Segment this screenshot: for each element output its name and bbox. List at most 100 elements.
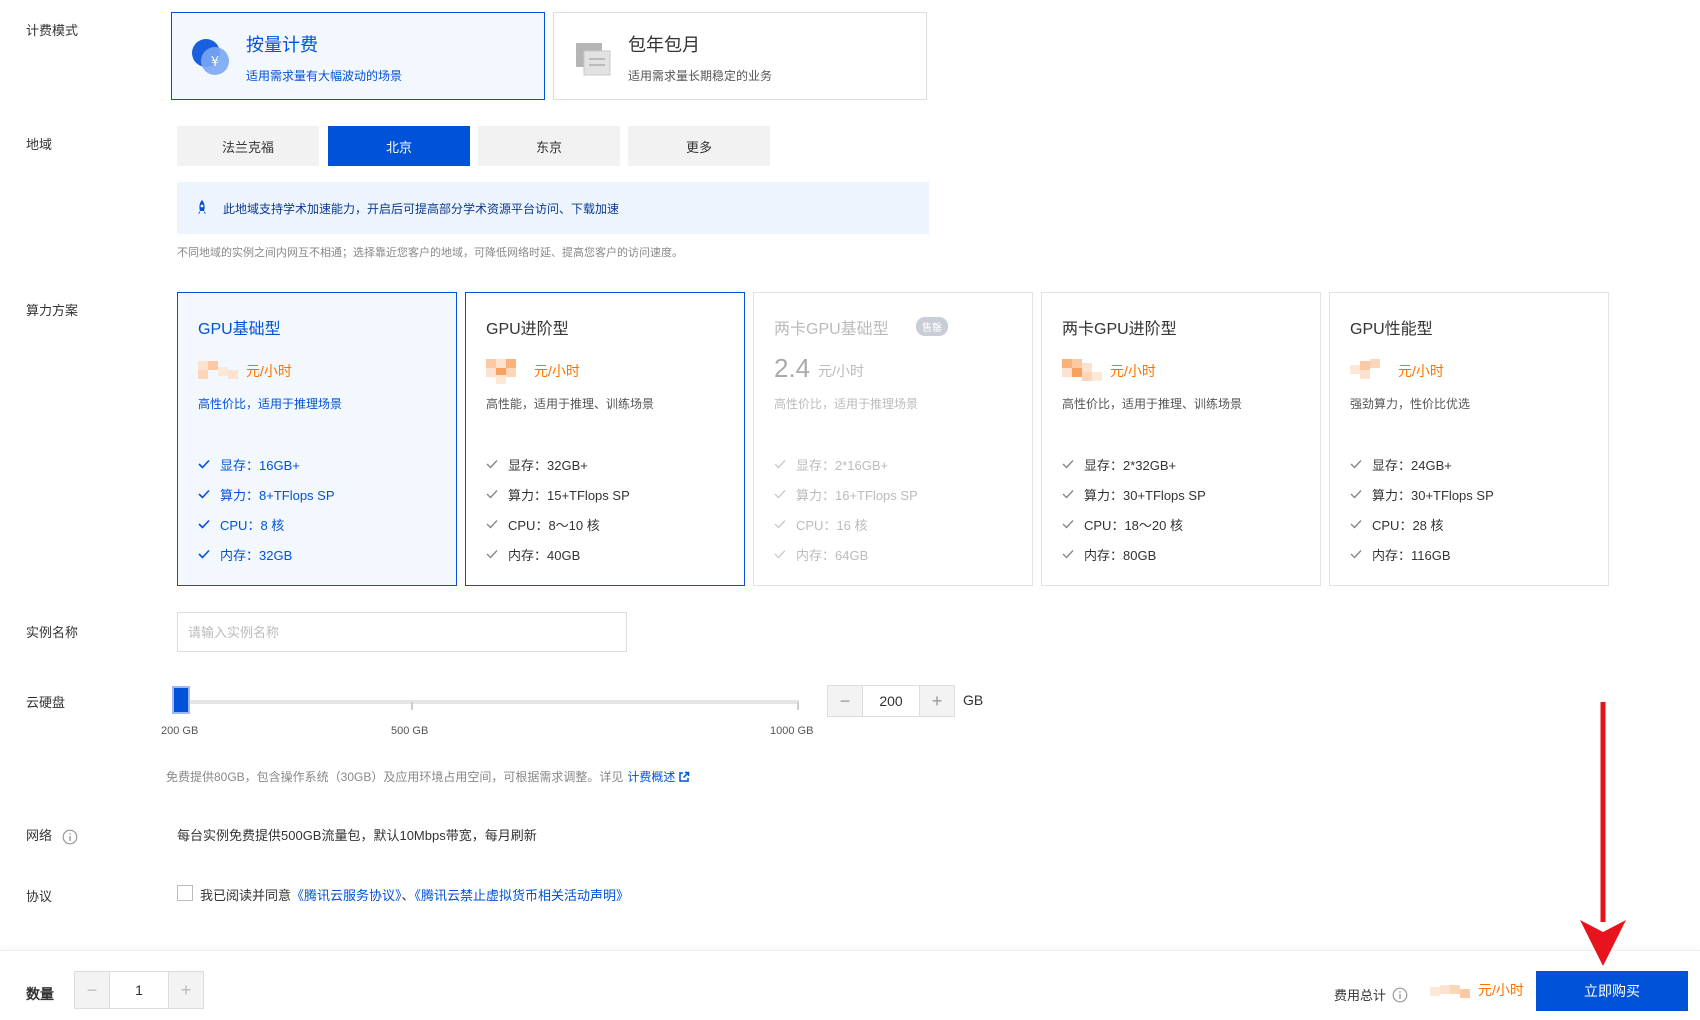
disk-slider-track[interactable] xyxy=(177,700,799,704)
disk-unit: GB xyxy=(963,692,984,708)
region-note: 不同地域的实例之间内网互不相通；选择靠近您客户的地域，可降低网络时延、提高您客户… xyxy=(177,247,683,259)
disk-stepper: − 200 + xyxy=(827,685,955,717)
plan-specs: 显存：2*32GB+ 算力：30+TFlops SP CPU：18～20 核 内… xyxy=(1062,449,1206,569)
agreement-checkbox[interactable] xyxy=(177,885,193,901)
region-acceleration-tip: 此地域支持学术加速能力，开启后可提高部分学术资源平台访问、下载加速 xyxy=(177,182,929,234)
region-beijing[interactable]: 北京 xyxy=(328,126,470,166)
check-icon xyxy=(1350,520,1362,529)
disk-slider-handle[interactable] xyxy=(172,686,190,714)
info-icon[interactable] xyxy=(1392,987,1408,1003)
check-icon xyxy=(486,460,498,469)
crypto-prohibition-link[interactable]: 《腾讯云禁止虚拟货币相关活动声明》 xyxy=(415,888,630,903)
plan-desc: 高性价比，适用于推理场景 xyxy=(774,397,919,411)
disk-size-input[interactable]: 200 xyxy=(862,686,920,716)
disk-minus-button[interactable]: − xyxy=(828,686,862,716)
sold-out-badge: 售罄 xyxy=(916,317,948,336)
spec-text: CPU：28 核 xyxy=(1372,517,1444,533)
plan-desc: 高性能，适用于推理、训练场景 xyxy=(486,397,655,411)
info-icon[interactable] xyxy=(62,829,78,845)
calendar-icon xyxy=(576,43,611,76)
spec-text: 内存：64GB xyxy=(796,547,869,563)
total-cost-unit: 元/小时 xyxy=(1478,982,1524,998)
disk-note: 免费提供80GB，包含操作系统（30GB）及应用环境占用空间，可根据需求调整。详… xyxy=(166,768,690,785)
plan-card-gpu-advanced[interactable]: GPU进阶型 元/小时 高性能，适用于推理、训练场景 显存：32GB+ 算力：1… xyxy=(465,292,745,586)
plan-spec-vram: 显存：2*32GB+ xyxy=(1062,449,1206,479)
billing-option-title: 包年包月 xyxy=(628,35,700,55)
buy-now-button[interactable]: 立即购买 xyxy=(1536,971,1688,1011)
plan-spec-cpu: CPU：8～10 核 xyxy=(486,509,630,539)
plan-desc: 强劲算力，性价比优选 xyxy=(1350,397,1471,411)
plan-specs: 显存：2*16GB+ 算力：16+TFlops SP CPU：16 核 内存：6… xyxy=(774,449,918,569)
plan-price-unit: 元/小时 xyxy=(1398,363,1444,379)
network-label-row: 网络 xyxy=(26,825,78,845)
plan-spec-vram: 显存：24GB+ xyxy=(1350,449,1494,479)
annotation-arrow-icon xyxy=(1580,702,1626,966)
billing-overview-link[interactable]: 计费概述 xyxy=(627,768,690,785)
quantity-label: 数量 xyxy=(26,986,54,1002)
plan-desc: 高性价比，适用于推理、训练场景 xyxy=(1062,397,1243,411)
price-blur xyxy=(486,355,526,384)
network-label: 网络 xyxy=(26,828,53,843)
check-icon xyxy=(1350,550,1362,559)
plan-spec-memory: 内存：80GB xyxy=(1062,539,1206,569)
plan-spec-memory: 内存：40GB xyxy=(486,539,630,569)
disk-plus-button[interactable]: + xyxy=(920,686,954,716)
region-tip-text: 此地域支持学术加速能力，开启后可提高部分学术资源平台访问、下载加速 xyxy=(223,201,620,216)
plan-title: GPU性能型 xyxy=(1350,321,1433,338)
plan-spec-vram: 显存：32GB+ xyxy=(486,449,630,479)
billing-option-desc: 适用需求量有大幅波动的场景 xyxy=(246,69,403,83)
plan-title: 两卡GPU基础型 xyxy=(774,321,889,338)
check-icon xyxy=(486,490,498,499)
spec-text: 算力：30+TFlops SP xyxy=(1084,487,1206,503)
agreement-separator: 、 xyxy=(401,888,415,903)
plan-price: 元/小时 xyxy=(486,355,580,384)
check-icon xyxy=(1062,550,1074,559)
check-icon xyxy=(486,520,498,529)
region-more[interactable]: 更多 xyxy=(628,126,770,166)
check-icon xyxy=(1350,490,1362,499)
check-icon xyxy=(198,549,210,559)
check-icon xyxy=(774,460,786,469)
spec-text: 内存：116GB xyxy=(1372,547,1451,563)
plan-card-gpu-performance[interactable]: GPU性能型 元/小时 强劲算力，性价比优选 显存：24GB+ 算力：30+TF… xyxy=(1329,292,1609,586)
billing-option-pay-as-you-go[interactable]: ¥ 按量计费 适用需求量有大幅波动的场景 xyxy=(171,12,545,100)
slider-label-max: 1000 GB xyxy=(770,725,814,737)
billing-overview-link-text: 计费概述 xyxy=(627,770,676,784)
plan-card-dual-gpu-basic: 两卡GPU基础型 售罄 2.4 元/小时 高性价比，适用于推理场景 显存：2*1… xyxy=(753,292,1033,586)
check-icon xyxy=(1350,460,1362,469)
instance-name-input[interactable] xyxy=(177,612,627,652)
service-agreement-link[interactable]: 《腾讯云服务协议》 xyxy=(291,888,402,903)
slider-label-min: 200 GB xyxy=(161,725,199,737)
region-frankfurt[interactable]: 法兰克福 xyxy=(177,126,319,166)
check-icon xyxy=(774,520,786,529)
check-icon xyxy=(1062,460,1074,469)
slider-label-mid: 500 GB xyxy=(391,725,429,737)
spec-text: 内存：40GB xyxy=(508,547,581,563)
agreement-prefix: 我已阅读并同意 xyxy=(200,888,292,903)
quantity-minus-button[interactable]: − xyxy=(75,972,109,1008)
disk-label: 云硬盘 xyxy=(26,695,66,710)
instance-name-label: 实例名称 xyxy=(26,625,79,640)
spec-text: CPU：16 核 xyxy=(796,517,868,533)
region-tokyo[interactable]: 东京 xyxy=(478,126,620,166)
check-icon xyxy=(198,459,210,469)
check-icon xyxy=(1062,490,1074,499)
spec-text: CPU：18～20 核 xyxy=(1084,517,1183,533)
quantity-plus-button[interactable]: + xyxy=(169,972,203,1008)
plan-title: GPU基础型 xyxy=(198,321,281,338)
total-cost-label: 费用总计 xyxy=(1334,988,1387,1003)
plan-price: 元/小时 xyxy=(1062,355,1156,381)
plan-card-gpu-basic[interactable]: GPU基础型 元/小时 高性价比，适用于推理场景 显存：16GB+ 算力：8+T… xyxy=(177,292,457,586)
plan-specs: 显存：24GB+ 算力：30+TFlops SP CPU：28 核 内存：116… xyxy=(1350,449,1494,569)
quantity-input[interactable]: 1 xyxy=(109,972,169,1008)
billing-option-monthly[interactable]: 包年包月 适用需求量长期稳定的业务 xyxy=(553,12,927,100)
spec-text: 算力：16+TFlops SP xyxy=(796,487,918,503)
plan-price-unit: 元/小时 xyxy=(534,363,580,379)
plan-card-dual-gpu-advanced[interactable]: 两卡GPU进阶型 元/小时 高性价比，适用于推理、训练场景 显存：2*32GB+… xyxy=(1041,292,1321,586)
network-description: 每台实例免费提供500GB流量包，默认10Mbps带宽，每月刷新 xyxy=(177,828,537,843)
plan-price: 元/小时 xyxy=(1350,355,1444,381)
spec-text: 算力：15+TFlops SP xyxy=(508,487,630,503)
plan-spec-memory: 内存：64GB xyxy=(774,539,918,569)
plan-spec-memory: 内存：116GB xyxy=(1350,539,1494,569)
plan-price-value: 2.4 xyxy=(774,353,811,383)
